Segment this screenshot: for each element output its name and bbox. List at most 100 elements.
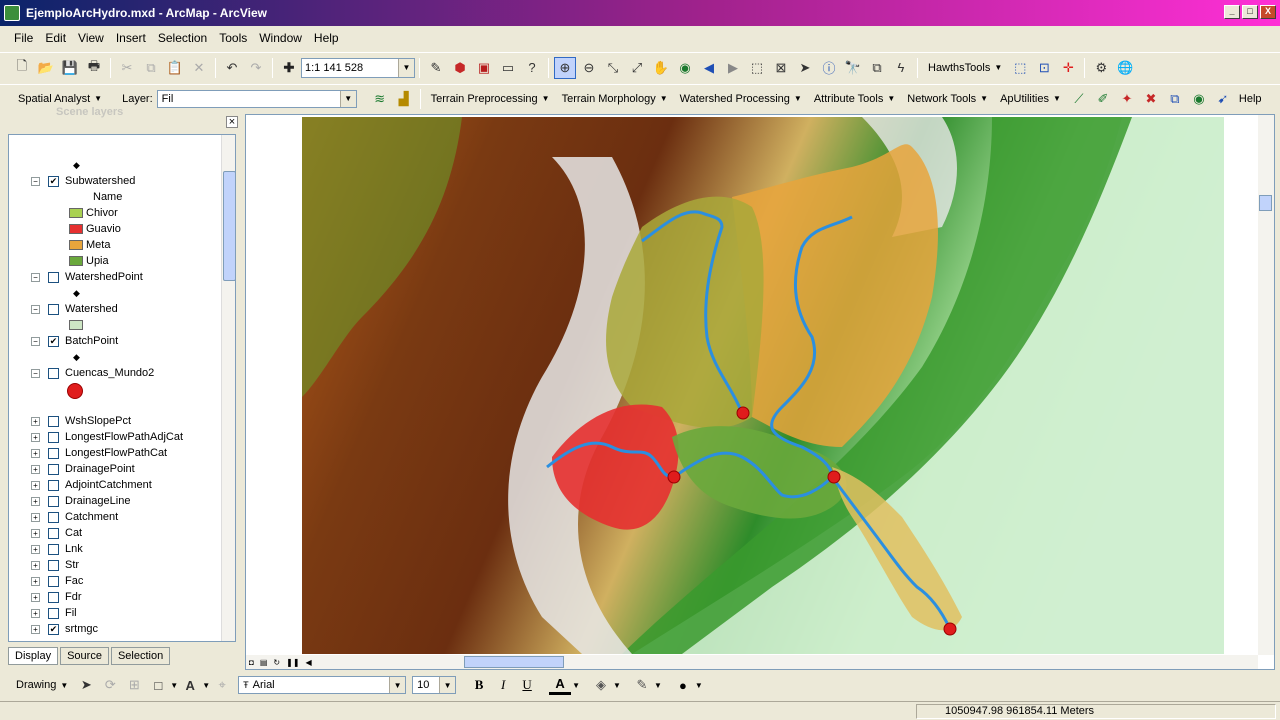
- select-box-icon[interactable]: ⬚: [1009, 57, 1031, 79]
- expand-icon[interactable]: +: [31, 464, 40, 474]
- chevron-down-icon[interactable]: ▼: [170, 681, 178, 690]
- expand-icon[interactable]: +: [31, 576, 40, 586]
- select-elements-icon[interactable]: ➤: [75, 674, 97, 696]
- layer-str[interactable]: + Str: [31, 557, 79, 573]
- layer-adjointcatchment[interactable]: + AdjointCatchment: [31, 477, 152, 493]
- layer-checkbox[interactable]: [48, 607, 59, 619]
- menu-edit[interactable]: Edit: [39, 31, 72, 45]
- bold-button[interactable]: B: [468, 675, 490, 695]
- map-canvas[interactable]: [302, 117, 1224, 654]
- expand-icon[interactable]: +: [31, 448, 40, 458]
- crosshair-icon[interactable]: ✛: [1057, 57, 1079, 79]
- help-link[interactable]: Help: [1239, 93, 1262, 105]
- copy-icon[interactable]: ⧉: [140, 57, 162, 79]
- map-vscroll-thumb[interactable]: [1259, 195, 1272, 211]
- zoom-box-icon[interactable]: ⊡: [1033, 57, 1055, 79]
- flow-trace-icon[interactable]: ✐: [1092, 88, 1114, 110]
- layer-combo[interactable]: Fil ▼: [156, 89, 357, 108]
- chevron-down-icon[interactable]: ▼: [398, 58, 414, 77]
- chevron-down-icon[interactable]: ▼: [202, 681, 210, 690]
- text-icon[interactable]: A: [179, 674, 201, 696]
- scroll-left-icon[interactable]: ◀: [306, 658, 312, 667]
- chevron-down-icon[interactable]: ▼: [654, 681, 662, 690]
- outlet-meta-upia[interactable]: [827, 470, 841, 484]
- measure-icon[interactable]: ⧉: [866, 57, 888, 79]
- add-data-icon[interactable]: ✚: [278, 57, 300, 79]
- arccatalog-icon[interactable]: ▣: [473, 57, 495, 79]
- layer-checkbox[interactable]: [48, 271, 59, 283]
- save-icon[interactable]: 💾: [59, 57, 81, 79]
- collapse-icon[interactable]: −: [31, 368, 40, 378]
- font-color-icon[interactable]: A: [549, 675, 572, 695]
- refresh-icon[interactable]: ↻: [273, 658, 280, 667]
- expand-icon[interactable]: +: [31, 544, 40, 554]
- select-elements-icon[interactable]: ➤: [794, 57, 816, 79]
- layer-batchpoint[interactable]: − ✔ BatchPoint: [31, 333, 118, 349]
- contour-icon[interactable]: ≋: [369, 88, 391, 110]
- terrain-morphology-menu[interactable]: Terrain Morphology ▼: [562, 93, 668, 105]
- outlet-chivor[interactable]: [736, 406, 750, 420]
- close-button[interactable]: X: [1260, 5, 1276, 19]
- arrow-tool-icon[interactable]: ➹: [1212, 88, 1234, 110]
- model-builder-icon[interactable]: ⚙: [1090, 57, 1112, 79]
- layer-catchment[interactable]: + Catchment: [31, 509, 118, 525]
- tab-display[interactable]: Display: [8, 647, 59, 665]
- find-icon[interactable]: 🔭: [842, 57, 864, 79]
- chevron-down-icon[interactable]: ▼: [572, 681, 580, 690]
- outlet-main[interactable]: [943, 622, 957, 636]
- attribute-tools-menu[interactable]: Attribute Tools ▼: [814, 93, 895, 105]
- outlet-guavio[interactable]: [667, 470, 681, 484]
- pause-icon[interactable]: ❚❚: [286, 658, 299, 667]
- menu-selection[interactable]: Selection: [152, 31, 213, 45]
- back-extent-icon[interactable]: ◀: [698, 57, 720, 79]
- maximize-button[interactable]: □: [1242, 5, 1258, 19]
- menu-file[interactable]: File: [8, 31, 39, 45]
- layer-checkbox[interactable]: [48, 463, 59, 475]
- layer-checkbox[interactable]: [48, 543, 59, 555]
- pan-icon[interactable]: ✋: [650, 57, 672, 79]
- menu-help[interactable]: Help: [308, 31, 345, 45]
- map-scale-combo[interactable]: 1:1 141 528 ▼: [301, 57, 415, 78]
- arctoolbox-icon[interactable]: ⬢: [449, 57, 471, 79]
- fill-color-icon[interactable]: ◈: [590, 675, 612, 695]
- layer-checkbox[interactable]: [48, 591, 59, 603]
- layer-checkbox[interactable]: ✔: [48, 335, 59, 347]
- layer-checkbox[interactable]: ✔: [48, 175, 59, 187]
- aputilities-menu[interactable]: ApUtilities ▼: [1000, 93, 1061, 105]
- identify-icon[interactable]: ⓘ: [818, 57, 840, 79]
- delete-icon[interactable]: ✕: [188, 57, 210, 79]
- layer-longestflowpathcat[interactable]: + LongestFlowPathCat: [31, 445, 167, 461]
- toc-scrollbar[interactable]: [221, 135, 235, 641]
- font-combo[interactable]: Ŧ Arial ▼: [238, 676, 407, 694]
- tab-source[interactable]: Source: [60, 647, 109, 665]
- redo-icon[interactable]: ↷: [245, 57, 267, 79]
- minimize-button[interactable]: _: [1224, 5, 1240, 19]
- rotate-icon[interactable]: ⟳: [99, 674, 121, 696]
- underline-button[interactable]: U: [516, 675, 538, 695]
- expand-icon[interactable]: +: [31, 624, 40, 634]
- layer-checkbox[interactable]: [48, 367, 59, 379]
- network-icon[interactable]: ⧉: [1164, 88, 1186, 110]
- zoom-out-icon[interactable]: ⊖: [578, 57, 600, 79]
- map-vertical-scrollbar[interactable]: [1258, 115, 1274, 655]
- layer-drainageline[interactable]: + DrainageLine: [31, 493, 130, 509]
- spatial-analyst-menu[interactable]: Spatial Analyst ▼: [18, 93, 102, 105]
- layer-checkbox[interactable]: [48, 431, 59, 443]
- italic-button[interactable]: I: [492, 675, 514, 695]
- editor-icon[interactable]: ✎: [425, 57, 447, 79]
- layer-fdr[interactable]: + Fdr: [31, 589, 82, 605]
- layer-wshslopepct[interactable]: + WshSlopePct: [31, 413, 131, 429]
- expand-icon[interactable]: +: [31, 432, 40, 442]
- expand-icon[interactable]: +: [31, 416, 40, 426]
- rectangle-icon[interactable]: □: [147, 674, 169, 696]
- close-icon[interactable]: ×: [226, 116, 238, 128]
- layer-fac[interactable]: + Fac: [31, 573, 83, 589]
- data-view-icon[interactable]: ◘: [249, 658, 254, 667]
- layer-checkbox[interactable]: [48, 479, 59, 491]
- expand-icon[interactable]: +: [31, 480, 40, 490]
- map-hscroll-thumb[interactable]: [464, 656, 564, 668]
- open-icon[interactable]: 📂: [35, 57, 57, 79]
- layer-checkbox[interactable]: [48, 303, 59, 315]
- tab-selection[interactable]: Selection: [110, 647, 171, 665]
- expand-icon[interactable]: +: [31, 560, 40, 570]
